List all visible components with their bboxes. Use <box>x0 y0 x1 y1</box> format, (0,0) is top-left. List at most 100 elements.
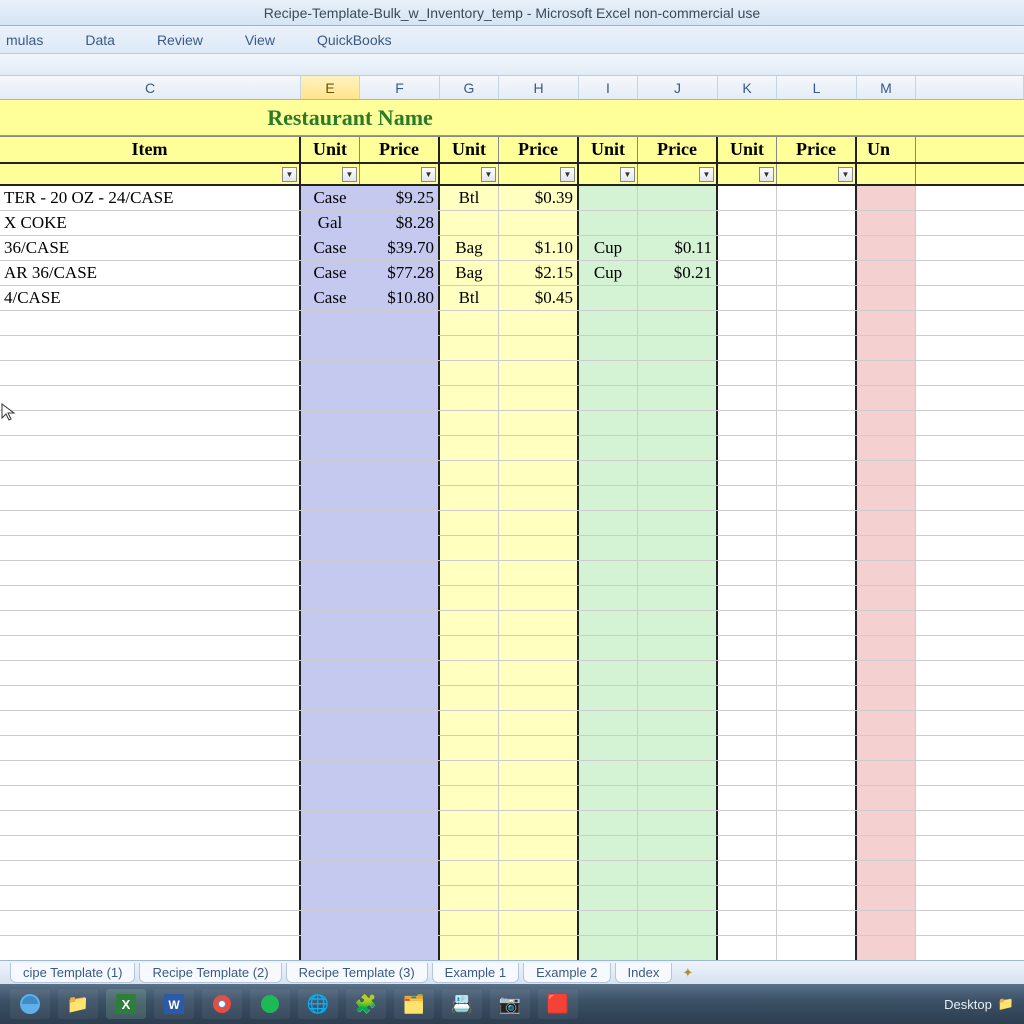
taskbar-chrome-icon[interactable] <box>202 989 242 1019</box>
cell[interactable] <box>440 661 499 685</box>
cell[interactable] <box>360 786 440 810</box>
cell-item[interactable]: 4/CASE <box>0 286 301 310</box>
cell[interactable] <box>777 811 857 835</box>
col-header-j[interactable]: J <box>638 76 718 99</box>
cell[interactable] <box>360 311 440 335</box>
cell[interactable] <box>579 911 638 935</box>
cell[interactable] <box>638 336 718 360</box>
cell[interactable] <box>638 436 718 460</box>
cell[interactable] <box>857 311 916 335</box>
cell-unit[interactable] <box>857 211 916 235</box>
cell[interactable] <box>718 636 777 660</box>
cell[interactable] <box>579 861 638 885</box>
col-header-e[interactable]: E <box>301 76 360 99</box>
col-header-k[interactable]: K <box>718 76 777 99</box>
cell[interactable] <box>579 486 638 510</box>
cell[interactable] <box>301 461 360 485</box>
cell[interactable] <box>301 311 360 335</box>
cell[interactable] <box>857 736 916 760</box>
sheet-tab[interactable]: Index <box>615 963 673 983</box>
cell[interactable] <box>499 611 579 635</box>
cell[interactable] <box>579 811 638 835</box>
taskbar-spotify-icon[interactable] <box>250 989 290 1019</box>
cell[interactable] <box>777 586 857 610</box>
cell[interactable] <box>579 511 638 535</box>
cell[interactable] <box>360 336 440 360</box>
cell[interactable] <box>638 511 718 535</box>
cell[interactable] <box>579 661 638 685</box>
cell-unit[interactable]: Gal <box>301 211 360 235</box>
cell[interactable] <box>718 686 777 710</box>
cell[interactable] <box>301 936 360 960</box>
cell[interactable] <box>301 686 360 710</box>
cell[interactable] <box>360 686 440 710</box>
cell[interactable] <box>360 936 440 960</box>
ribbon-tab-data[interactable]: Data <box>85 32 115 48</box>
filter-dropdown-icon[interactable]: ▼ <box>838 167 853 182</box>
cell[interactable] <box>718 486 777 510</box>
cell[interactable] <box>777 686 857 710</box>
sheet-tab[interactable]: Example 1 <box>432 963 519 983</box>
cell[interactable] <box>440 461 499 485</box>
filter-dropdown-icon[interactable]: ▼ <box>481 167 496 182</box>
cell[interactable] <box>777 836 857 860</box>
cell[interactable] <box>718 786 777 810</box>
cell[interactable] <box>718 511 777 535</box>
taskbar-app-icon[interactable]: 🌐 <box>298 989 338 1019</box>
cell[interactable] <box>579 411 638 435</box>
cell[interactable] <box>0 411 301 435</box>
cell[interactable] <box>440 711 499 735</box>
cell[interactable] <box>638 836 718 860</box>
cell[interactable] <box>0 486 301 510</box>
cell[interactable] <box>440 586 499 610</box>
cell[interactable] <box>301 386 360 410</box>
spreadsheet-grid[interactable]: Restaurant Name Item Unit Price Unit Pri… <box>0 100 1024 961</box>
cell-unit[interactable] <box>857 261 916 285</box>
cell[interactable] <box>718 761 777 785</box>
sheet-tab[interactable]: Example 2 <box>523 963 610 983</box>
cell[interactable] <box>0 536 301 560</box>
cell[interactable] <box>718 586 777 610</box>
cell-unit[interactable] <box>718 236 777 260</box>
cell[interactable] <box>301 361 360 385</box>
cell[interactable] <box>360 811 440 835</box>
cell[interactable] <box>360 736 440 760</box>
cell[interactable] <box>499 586 579 610</box>
cell[interactable] <box>360 486 440 510</box>
cell-unit[interactable] <box>857 236 916 260</box>
cell[interactable] <box>718 611 777 635</box>
cell[interactable] <box>579 611 638 635</box>
cell[interactable] <box>718 736 777 760</box>
cell[interactable] <box>499 861 579 885</box>
cell[interactable] <box>579 886 638 910</box>
cell[interactable] <box>0 836 301 860</box>
cell[interactable] <box>638 786 718 810</box>
cell-price[interactable]: $0.39 <box>499 186 579 210</box>
cell[interactable] <box>857 636 916 660</box>
cell[interactable] <box>579 711 638 735</box>
cell[interactable] <box>857 911 916 935</box>
ribbon-tab-quickbooks[interactable]: QuickBooks <box>317 32 392 48</box>
cell[interactable] <box>579 461 638 485</box>
taskbar-app-icon[interactable]: 📷 <box>490 989 530 1019</box>
cell-price[interactable] <box>638 186 718 210</box>
cell[interactable] <box>0 711 301 735</box>
cell[interactable] <box>718 411 777 435</box>
cell[interactable] <box>777 561 857 585</box>
taskbar-app-icon[interactable]: 🧩 <box>346 989 386 1019</box>
cell-price[interactable] <box>777 236 857 260</box>
cell-unit[interactable]: Case <box>301 186 360 210</box>
cell[interactable] <box>360 536 440 560</box>
col-header-l[interactable]: L <box>777 76 857 99</box>
cell-price[interactable]: $0.11 <box>638 236 718 260</box>
cell-unit[interactable] <box>718 286 777 310</box>
cell[interactable] <box>301 736 360 760</box>
cell[interactable] <box>638 886 718 910</box>
taskbar-word-icon[interactable]: W <box>154 989 194 1019</box>
cell[interactable] <box>499 461 579 485</box>
cell[interactable] <box>638 611 718 635</box>
filter-dropdown-icon[interactable]: ▼ <box>282 167 297 182</box>
cell[interactable] <box>499 486 579 510</box>
cell-unit[interactable]: Case <box>301 236 360 260</box>
cell[interactable] <box>440 336 499 360</box>
